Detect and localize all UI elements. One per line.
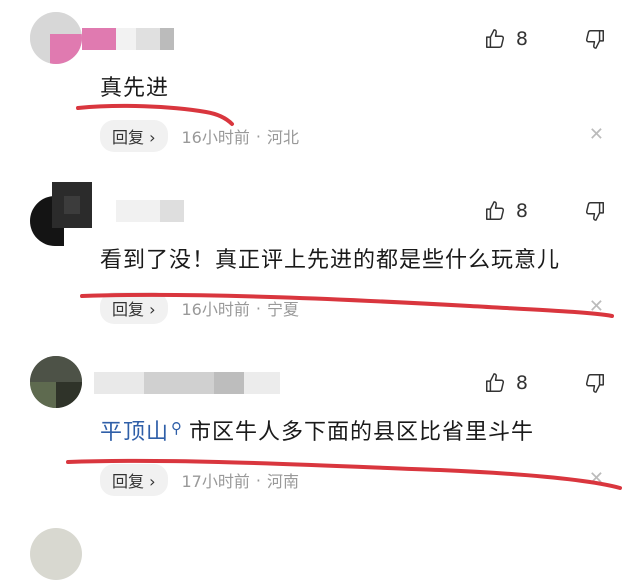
meta-separator: ·	[255, 126, 261, 146]
close-icon[interactable]: ✕	[589, 468, 604, 489]
meta-separator: ·	[255, 298, 261, 318]
thumb-down-icon	[584, 200, 606, 222]
region: 河北	[266, 128, 299, 147]
comment-meta: 回复 › 17小时前 · 河南	[100, 464, 299, 496]
timestamp: 17小时前	[181, 472, 250, 491]
comment-body: 看到了没！真正评上先进的都是些什么玩意儿	[100, 248, 561, 273]
thumb-down-icon	[584, 28, 606, 50]
region: 宁夏	[266, 300, 299, 319]
like-count: 8	[515, 372, 528, 394]
region: 河南	[266, 472, 299, 491]
comment-text: 平顶山 ⚲ 市区牛人多下面的县区比省里斗牛	[100, 414, 534, 446]
like-count: 8	[515, 200, 528, 222]
close-icon[interactable]: ✕	[589, 296, 604, 317]
dislike-button[interactable]	[584, 200, 606, 222]
thumb-up-icon	[484, 200, 506, 222]
comment-item: 8 平顶山 ⚲ 市区牛人多下面的县区比省里斗牛 回复 › 17小时前 · 河南 ✕	[0, 344, 640, 516]
comment-text: 看到了没！真正评上先进的都是些什么玩意儿	[100, 242, 560, 274]
reply-button[interactable]: 回复 ›	[100, 120, 168, 152]
avatar[interactable]	[30, 182, 94, 246]
comment-item: 8 看到了没！真正评上先进的都是些什么玩意儿 回复 › 16小时前 · 宁夏 ✕	[0, 172, 640, 344]
avatar[interactable]	[30, 12, 82, 64]
like-count: 8	[515, 28, 528, 50]
dislike-button[interactable]	[584, 28, 606, 50]
comment-item: 8 真先进 回复 › 16小时前 · 河北 ✕	[0, 0, 640, 172]
reply-button[interactable]: 回复 ›	[100, 292, 168, 324]
like-button[interactable]: 8	[484, 28, 528, 50]
comment-body: 真先进	[100, 76, 170, 101]
location-pin-icon[interactable]: ⚲	[171, 419, 183, 437]
like-button[interactable]: 8	[484, 372, 528, 394]
comment-text: 真先进	[100, 70, 169, 102]
dislike-button[interactable]	[584, 372, 606, 394]
avatar[interactable]	[30, 356, 82, 408]
reply-button[interactable]: 回复 ›	[100, 464, 168, 496]
like-button[interactable]: 8	[484, 200, 528, 222]
comment-meta: 回复 › 16小时前 · 宁夏	[100, 292, 299, 324]
thumb-up-icon	[484, 28, 506, 50]
meta-separator: ·	[255, 470, 261, 490]
thumb-down-icon	[584, 372, 606, 394]
comment-body: 市区牛人多下面的县区比省里斗牛	[189, 420, 535, 445]
comment-meta: 回复 › 16小时前 · 河北	[100, 120, 299, 152]
timestamp: 16小时前	[181, 128, 250, 147]
location-tag[interactable]: 平顶山	[100, 420, 169, 445]
close-icon[interactable]: ✕	[589, 124, 604, 145]
timestamp: 16小时前	[181, 300, 250, 319]
thumb-up-icon	[484, 372, 506, 394]
